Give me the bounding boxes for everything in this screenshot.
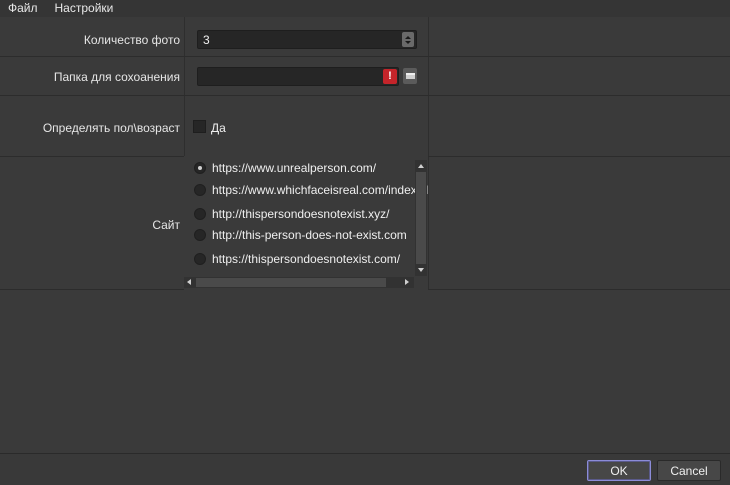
site-list-vertical-scrollbar[interactable] (415, 160, 427, 276)
menu-file[interactable]: Файл (0, 0, 46, 17)
spin-down-icon[interactable] (405, 40, 411, 44)
photo-count-label: Количество фото (83, 33, 180, 47)
menu-settings[interactable]: Настройки (46, 0, 122, 17)
site-url[interactable]: https://www.unrealperson.com/ (212, 161, 376, 175)
warning-icon: ! (383, 69, 397, 84)
site-radio[interactable] (194, 162, 206, 174)
site-list-horizontal-scrollbar[interactable] (184, 277, 414, 288)
site-option[interactable]: https://thispersondoesnotexist.com/ (194, 250, 400, 268)
site-label: Сайт (152, 218, 180, 232)
menu-bar: Файл Настройки (0, 0, 730, 17)
folder-icon (406, 73, 415, 79)
site-url[interactable]: https://thispersondoesnotexist.com/ (212, 252, 400, 266)
site-radio[interactable] (194, 184, 206, 196)
gender-age-checkbox-label[interactable]: Да (211, 121, 226, 135)
scroll-left-icon[interactable] (187, 279, 191, 285)
site-url[interactable]: http://thispersondoesnotexist.xyz/ (212, 207, 389, 221)
photo-count-value[interactable]: 3 (198, 33, 402, 47)
cancel-button[interactable]: Cancel (657, 460, 721, 481)
site-option[interactable]: http://this-person-does-not-exist.com (194, 226, 407, 244)
browse-folder-button[interactable] (403, 68, 417, 84)
site-list: https://www.unrealperson.com/ https://ww… (184, 156, 428, 290)
gender-age-checkbox[interactable] (193, 120, 206, 133)
gender-age-label: Определять пол\возраст (42, 121, 180, 135)
site-radio[interactable] (194, 229, 206, 241)
photo-count-spinbox[interactable]: 3 (197, 30, 417, 49)
spin-buttons[interactable] (402, 32, 414, 47)
ok-button[interactable]: OK (587, 460, 651, 481)
site-option[interactable]: https://www.whichfaceisreal.com/index.ph… (194, 181, 428, 199)
folder-input[interactable]: ! (197, 67, 399, 86)
scroll-right-icon[interactable] (405, 279, 409, 285)
site-url[interactable]: https://www.whichfaceisreal.com/index.ph… (212, 183, 428, 197)
dialog-button-bar: OK Cancel (0, 453, 730, 485)
site-option[interactable]: https://www.unrealperson.com/ (194, 159, 376, 177)
site-url[interactable]: http://this-person-does-not-exist.com (212, 228, 407, 242)
scroll-up-icon[interactable] (418, 164, 424, 168)
site-option[interactable]: http://thispersondoesnotexist.xyz/ (194, 205, 389, 223)
horizontal-scroll-thumb[interactable] (196, 278, 386, 287)
folder-label: Папка для сохоанения (53, 70, 180, 84)
site-radio[interactable] (194, 208, 206, 220)
spin-up-icon[interactable] (405, 35, 411, 39)
site-radio[interactable] (194, 253, 206, 265)
vertical-scroll-thumb[interactable] (416, 172, 426, 264)
scroll-down-icon[interactable] (418, 268, 424, 272)
